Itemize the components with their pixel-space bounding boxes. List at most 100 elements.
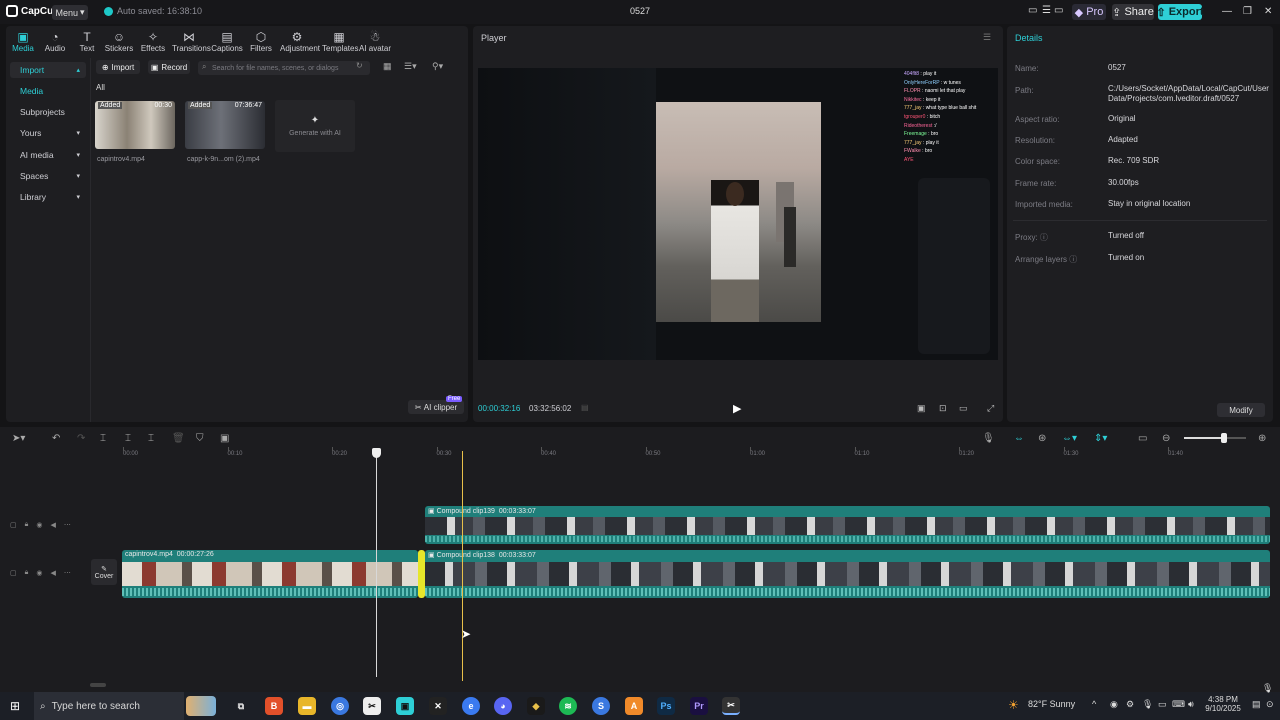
close-icon[interactable]: ✕ (1264, 6, 1272, 17)
snap-icon[interactable]: ⊛ (1038, 433, 1046, 444)
sort-icon[interactable]: ☰▾ (404, 61, 417, 72)
speaker-icon[interactable]: ◀︎ (50, 521, 55, 529)
microphone-icon[interactable]: 🎙 (982, 433, 995, 444)
restore-icon[interactable]: ❐ (1243, 6, 1252, 17)
timecode-icon[interactable]: ▤ (581, 403, 589, 412)
player-menu-icon[interactable]: ☰ (983, 32, 991, 43)
import-button[interactable]: ⊕ Import (96, 60, 140, 74)
playhead-handle[interactable] (372, 448, 381, 458)
photoshop-icon[interactable]: Ps (657, 697, 675, 715)
eye-icon[interactable]: ◉ (36, 521, 42, 529)
tab-captions[interactable]: ▤ Captions (210, 30, 244, 53)
playhead-line[interactable] (376, 451, 377, 677)
task-view-icon[interactable]: ⧉ (232, 697, 250, 715)
ratio-icon[interactable]: ▭ (959, 403, 968, 414)
preview-axis-icon[interactable]: ⇕▾ (1094, 433, 1107, 444)
delete-icon[interactable]: 🗑 (172, 433, 185, 444)
filter-all[interactable]: All (96, 83, 105, 92)
tab-templates[interactable]: ▦ Templates (322, 30, 358, 53)
split-right-icon[interactable]: ⌶ (148, 433, 154, 444)
sidebar-item-media[interactable]: Media (10, 83, 86, 99)
redo-icon[interactable]: ↷ (77, 433, 85, 444)
video-preview[interactable]: 404flt8 : play it OnlyHereForRP : w tune… (478, 68, 998, 360)
generate-ai-card[interactable]: ✦ Generate with AI (275, 100, 355, 152)
list-icon[interactable]: ☰ (1042, 5, 1051, 16)
compound-clip-138[interactable]: ▣ Compound clip138 00:03:33:07 (425, 550, 1270, 598)
crop-icon[interactable]: ▣ (220, 433, 229, 444)
tab-stickers[interactable]: ☺ Stickers (102, 30, 136, 53)
tab-ai-avatar[interactable]: ☃ AI avatar (358, 30, 392, 53)
zoom-in-icon[interactable]: ⊕ (1258, 433, 1266, 444)
sidebar-item-spaces[interactable]: Spaces ▾ (10, 168, 86, 184)
split-icon[interactable]: ⌶ (100, 433, 106, 444)
capcut-icon[interactable]: ✂ (363, 697, 381, 715)
tab-media[interactable]: ▣ Media (6, 30, 40, 53)
s-app-icon[interactable]: S (592, 697, 610, 715)
tab-transitions[interactable]: ⋈ Transitions (172, 30, 211, 53)
sidebar-item-subprojects[interactable]: Subprojects (10, 104, 86, 120)
taskbar-search-input[interactable]: ⌕ Type here to search (34, 692, 184, 720)
track-toggle-icon[interactable]: ▢ (10, 521, 17, 529)
grid-view-icon[interactable]: ▦ (383, 61, 392, 72)
notification-icon[interactable]: ▤ (1252, 699, 1261, 710)
cover-button[interactable]: ✎ Cover (91, 559, 117, 585)
app-a-icon[interactable]: A (625, 697, 643, 715)
link-icon[interactable]: ⇔ (1014, 433, 1024, 444)
clock[interactable]: 4:38 PM 9/10/2025 (1203, 695, 1243, 713)
clip-transition[interactable] (418, 550, 425, 598)
windows-start-icon[interactable]: ⊞ (10, 699, 20, 713)
tray-chevron-icon[interactable]: ^ (1092, 699, 1096, 709)
tab-audio[interactable]: ◔ Audio (38, 30, 72, 53)
auto-snap-icon[interactable]: ⇔▾ (1062, 433, 1077, 444)
export-button[interactable]: ⇧ Export (1156, 4, 1204, 20)
tab-adjustment[interactable]: ⚙ Adjustment (280, 30, 320, 53)
expand-icon[interactable]: ⤢ (987, 403, 994, 414)
select-tool-icon[interactable]: ➤▾ (12, 433, 25, 444)
media-thumb-1[interactable]: Added 00:30 (95, 101, 175, 149)
screenshot-icon[interactable]: ⊡ (939, 403, 947, 414)
tab-text[interactable]: T Text (70, 30, 104, 53)
tray-settings-icon[interactable]: ⚙ (1126, 699, 1134, 710)
lock-icon[interactable]: 🔒︎ (25, 521, 29, 529)
edge-icon[interactable]: e (462, 697, 480, 715)
undo-icon[interactable]: ↶ (52, 433, 60, 444)
media-thumb-2[interactable]: Added 07:36:47 (185, 101, 265, 149)
ai-clipper-button[interactable]: ✂ AI clipper (408, 400, 464, 414)
speaker-icon[interactable]: ◀︎ (50, 569, 55, 577)
more-icon[interactable]: ⋯ (64, 569, 71, 577)
search-highlight-icon[interactable] (186, 696, 216, 716)
brave-icon[interactable]: B (265, 697, 283, 715)
modify-button[interactable]: Modify (1217, 403, 1265, 417)
record-button[interactable]: ▣ Record (148, 60, 190, 74)
capcut-active-icon[interactable]: ✂ (722, 697, 740, 715)
capcut-alt-icon[interactable]: ✕ (429, 697, 447, 715)
game-icon[interactable]: ◆ (527, 697, 545, 715)
sidebar-item-import[interactable]: Import ▴ (10, 62, 86, 78)
premiere-icon[interactable]: Pr (690, 697, 708, 715)
split-left-icon[interactable]: ⌶ (125, 433, 131, 444)
tray-app-icon[interactable]: ◉ (1110, 699, 1118, 710)
marker-icon[interactable]: ⛉ (196, 433, 204, 444)
sidebar-item-library[interactable]: Library ▾ (10, 189, 86, 205)
layout-icon[interactable]: ▭ (1028, 5, 1037, 16)
track-toggle-icon[interactable]: ▢ (10, 569, 17, 577)
tab-filters[interactable]: ⬡ Filters (244, 30, 278, 53)
screen-icon[interactable]: ▭ (1054, 5, 1063, 16)
discord-icon[interactable]: ◕ (494, 697, 512, 715)
spotify-icon[interactable]: ≋ (559, 697, 577, 715)
share-button[interactable]: ⇪ Share (1112, 4, 1154, 20)
minimize-icon[interactable]: — (1222, 6, 1232, 17)
timeline-scrollbar[interactable] (90, 683, 106, 687)
caption-icon[interactable]: ▭ (1138, 433, 1147, 444)
tray-mic-icon[interactable]: 🎙 (1142, 699, 1153, 710)
play-icon[interactable]: ▶ (733, 402, 741, 415)
refresh-icon[interactable]: ↻ (356, 61, 363, 70)
app-icon[interactable]: ▣ (396, 697, 414, 715)
compound-clip-139[interactable]: ▣ Compound clip139 00:03:33:07 (425, 506, 1270, 544)
more-icon[interactable]: ⋯ (64, 521, 71, 529)
sidebar-item-ai-media[interactable]: AI media ▾ (10, 147, 86, 163)
volume-icon[interactable]: 🔊︎ (1188, 699, 1194, 710)
tab-effects[interactable]: ✧ Effects (136, 30, 170, 53)
timeline-ruler[interactable]: 00:00 00:10 00:20 00:30 00:40 00:50 01:00 01:10… (0, 447, 1280, 461)
sidebar-item-yours[interactable]: Yours ▾ (10, 125, 86, 141)
